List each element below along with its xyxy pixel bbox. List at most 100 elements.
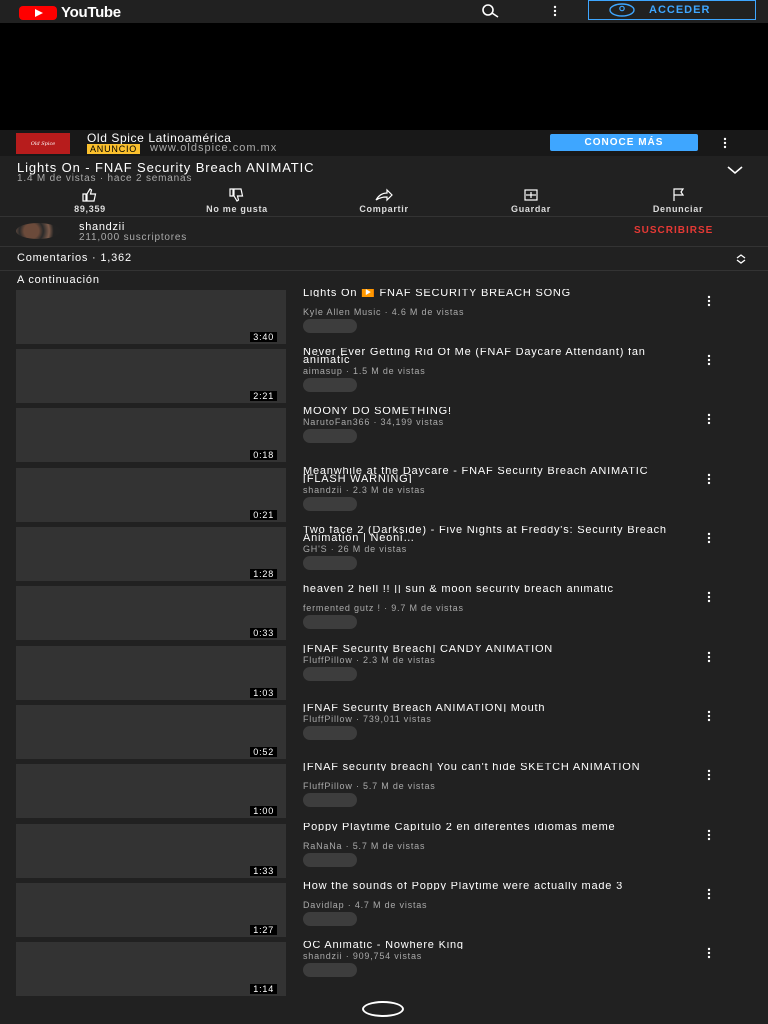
search-icon[interactable] xyxy=(478,3,502,19)
sign-in-label: ACCEDER xyxy=(649,4,711,16)
video-thumbnail[interactable]: 0:33 xyxy=(16,586,286,640)
ad-more-icon[interactable] xyxy=(720,135,730,151)
list-item[interactable]: 1:27 How the sounds of Poppy Playtime we… xyxy=(0,882,768,940)
item-placeholder-chip xyxy=(303,556,357,570)
duration-badge: 1:03 xyxy=(250,688,277,698)
video-thumbnail[interactable]: 0:18 xyxy=(16,408,286,462)
item-more-icon[interactable] xyxy=(704,887,714,901)
dislike-button[interactable]: No me gusta xyxy=(177,186,297,214)
divider xyxy=(0,270,768,271)
item-more-icon[interactable] xyxy=(704,768,714,782)
user-circle-icon xyxy=(609,3,635,17)
list-item[interactable]: 0:21 Meanwhile at the Daycare - FNAF Sec… xyxy=(0,467,768,525)
item-more-icon[interactable] xyxy=(704,590,714,604)
item-more-icon[interactable] xyxy=(704,353,714,367)
video-thumbnail[interactable]: 1:03 xyxy=(16,646,286,700)
ad-cta-button[interactable]: CONOCE MÁS xyxy=(550,134,698,151)
share-button[interactable]: Compartir xyxy=(324,186,444,214)
item-meta: GH'S · 26 M de vistas xyxy=(303,544,408,554)
video-thumbnail[interactable]: 2:21 xyxy=(16,349,286,403)
share-icon xyxy=(375,188,393,202)
report-label: Denunciar xyxy=(652,204,704,214)
ad-banner[interactable]: Old Spice Old Spice Latinoamérica ANUNCI… xyxy=(0,130,768,156)
item-title[interactable]: How the sounds of Poppy Playtime were ac… xyxy=(303,882,683,890)
video-thumbnail[interactable]: 0:52 xyxy=(16,705,286,759)
video-thumbnail[interactable]: 0:21 xyxy=(16,468,286,522)
channel-avatar[interactable] xyxy=(16,223,60,239)
list-item[interactable]: 2:21 Never Ever Getting Rid Of Me (FNAF … xyxy=(0,348,768,406)
item-more-icon[interactable] xyxy=(704,828,714,842)
list-item[interactable]: 1:03 [FNAF Security Breach] CANDY ANIMAT… xyxy=(0,645,768,703)
item-title[interactable]: heaven 2 hell !! || sun & moon security … xyxy=(303,585,683,593)
video-thumbnail[interactable]: 1:33 xyxy=(16,824,286,878)
list-item[interactable]: 1:33 Poppy Playtime Capítulo 2 en difere… xyxy=(0,823,768,881)
item-title[interactable]: Lights On ▶️ FNAF SECURITY BREACH SONG xyxy=(303,289,683,297)
video-meta: 1.4 M de vistas · hace 2 semanas xyxy=(17,173,193,184)
top-bar: YouTube ACCEDER xyxy=(0,0,768,23)
report-button[interactable]: Denunciar xyxy=(618,186,738,214)
item-more-icon[interactable] xyxy=(704,531,714,545)
video-thumbnail[interactable]: 1:27 xyxy=(16,883,286,937)
divider xyxy=(0,216,768,217)
like-button[interactable]: 89,359 xyxy=(30,186,150,214)
item-meta: FluffPillow · 2.3 M de vistas xyxy=(303,655,436,665)
item-title[interactable]: Never Ever Getting Rid Of Me (FNAF Dayca… xyxy=(303,348,683,364)
video-thumbnail[interactable]: 3:40 xyxy=(16,290,286,344)
item-meta: aimasup · 1.5 M de vistas xyxy=(303,366,426,376)
comments-section[interactable]: Comentarios · 1,362 xyxy=(0,250,768,270)
list-item[interactable]: 0:52 [FNAF Security Breach ANIMATION] Mo… xyxy=(0,704,768,762)
subscriber-count: 211,000 suscriptores xyxy=(79,232,188,243)
item-meta: RaNaNa · 5.7 M de vistas xyxy=(303,841,426,851)
action-bar: 89,359 No me gusta Compartir Guardar Den… xyxy=(0,186,768,214)
item-title[interactable]: MOONY DO SOMETHING! xyxy=(303,407,683,415)
channel-row[interactable]: shandzii 211,000 suscriptores SUSCRIBIRS… xyxy=(0,218,768,245)
video-player[interactable] xyxy=(0,23,768,130)
item-title[interactable]: [FNAF Security Breach] CANDY ANIMATION xyxy=(303,645,683,653)
item-more-icon[interactable] xyxy=(704,650,714,664)
flag-icon xyxy=(673,188,685,201)
item-title[interactable]: [FNAF security breach] You can't hide SK… xyxy=(303,763,683,771)
youtube-logo[interactable]: YouTube xyxy=(19,4,121,21)
item-more-icon[interactable] xyxy=(704,472,714,486)
ad-thumbnail[interactable]: Old Spice xyxy=(16,133,70,154)
duration-badge: 1:28 xyxy=(250,569,277,579)
duration-badge: 1:27 xyxy=(250,925,277,935)
item-placeholder-chip xyxy=(303,793,357,807)
more-options-icon[interactable] xyxy=(550,3,560,19)
list-item[interactable]: 0:18 MOONY DO SOMETHING! NarutoFan366 · … xyxy=(0,407,768,465)
item-meta: shandzii · 2.3 M de vistas xyxy=(303,485,426,495)
item-title[interactable]: Meanwhile at the Daycare - FNAF Security… xyxy=(303,467,683,483)
item-placeholder-chip xyxy=(303,615,357,629)
list-item[interactable]: 0:33 heaven 2 hell !! || sun & moon secu… xyxy=(0,585,768,643)
video-thumbnail[interactable]: 1:28 xyxy=(16,527,286,581)
item-title[interactable]: [FNAF Security Breach ANIMATION] Mouth xyxy=(303,704,683,712)
item-meta: shandzii · 909,754 vistas xyxy=(303,951,423,961)
duration-badge: 0:18 xyxy=(250,450,277,460)
item-placeholder-chip xyxy=(303,667,357,681)
list-item[interactable]: 1:14 OC Animatic - Nowhere King shandzii… xyxy=(0,941,768,999)
share-label: Compartir xyxy=(359,204,409,214)
dislike-label: No me gusta xyxy=(206,204,268,214)
item-title[interactable]: OC Animatic - Nowhere King xyxy=(303,941,683,949)
unfold-more-icon[interactable] xyxy=(735,253,747,265)
list-item[interactable]: 1:00 [FNAF security breach] You can't hi… xyxy=(0,763,768,821)
item-title[interactable]: Two face 2 (Darkside) - Five Nights at F… xyxy=(303,526,683,542)
video-thumbnail[interactable]: 1:14 xyxy=(16,942,286,996)
subscribe-button[interactable]: SUSCRIBIRSE xyxy=(634,225,713,236)
chevron-down-icon[interactable] xyxy=(726,164,744,176)
save-button[interactable]: Guardar xyxy=(471,186,591,214)
duration-badge: 0:33 xyxy=(250,628,277,638)
home-indicator[interactable] xyxy=(362,1001,404,1017)
item-more-icon[interactable] xyxy=(704,946,714,960)
list-item[interactable]: 3:40 Lights On ▶️ FNAF SECURITY BREACH S… xyxy=(0,289,768,347)
video-thumbnail[interactable]: 1:00 xyxy=(16,764,286,818)
duration-badge: 0:52 xyxy=(250,747,277,757)
item-more-icon[interactable] xyxy=(704,412,714,426)
duration-badge: 1:33 xyxy=(250,866,277,876)
item-title[interactable]: Poppy Playtime Capítulo 2 en diferentes … xyxy=(303,823,683,831)
item-placeholder-chip xyxy=(303,726,357,740)
item-more-icon[interactable] xyxy=(704,709,714,723)
sign-in-button[interactable]: ACCEDER xyxy=(588,0,756,20)
list-item[interactable]: 1:28 Two face 2 (Darkside) - Five Nights… xyxy=(0,526,768,584)
item-more-icon[interactable] xyxy=(704,294,714,308)
